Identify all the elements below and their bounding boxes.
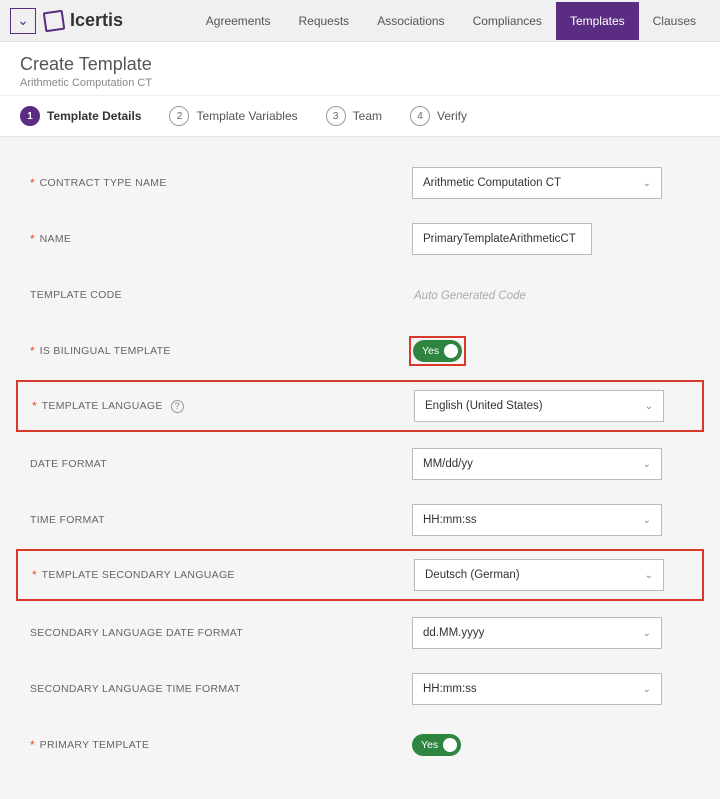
- input-name[interactable]: [412, 223, 592, 255]
- row-template-language: * TEMPLATE LANGUAGE ? English (United St…: [24, 388, 696, 424]
- label-contract-type-name: CONTRACT TYPE NAME: [40, 177, 167, 189]
- row-secondary-language: * TEMPLATE SECONDARY LANGUAGE Deutsch (G…: [24, 557, 696, 593]
- label-time-format: TIME FORMAT: [30, 514, 105, 526]
- row-template-code: TEMPLATE CODE Auto Generated Code: [22, 271, 698, 319]
- select-value: HH:mm:ss: [423, 683, 477, 695]
- highlight-box-secondary-language: * TEMPLATE SECONDARY LANGUAGE Deutsch (G…: [16, 549, 704, 601]
- label-secondary-date-format: SECONDARY LANGUAGE DATE FORMAT: [30, 627, 243, 639]
- row-secondary-time-format: SECONDARY LANGUAGE TIME FORMAT HH:mm:ss …: [22, 665, 698, 713]
- step-label: Verify: [437, 109, 467, 123]
- page-subtitle: Arithmetic Computation CT: [20, 77, 700, 89]
- chevron-down-icon: ⌄: [645, 401, 653, 412]
- required-indicator: *: [30, 344, 35, 358]
- toggle-primary-template[interactable]: Yes: [412, 734, 461, 756]
- toggle-knob: [444, 344, 458, 358]
- step-number: 3: [326, 106, 346, 126]
- select-value: Deutsch (German): [425, 569, 520, 581]
- step-label: Template Details: [47, 109, 141, 123]
- wizard-steps: 1 Template Details 2 Template Variables …: [0, 96, 720, 137]
- topbar: ⌄ Icertis Agreements Requests Associatio…: [0, 0, 720, 42]
- nav-compliances[interactable]: Compliances: [459, 2, 556, 40]
- row-date-format: DATE FORMAT MM/dd/yy ⌄: [22, 440, 698, 488]
- step-number: 4: [410, 106, 430, 126]
- nav-requests[interactable]: Requests: [284, 2, 363, 40]
- label-template-language: TEMPLATE LANGUAGE: [42, 400, 163, 412]
- step-number: 1: [20, 106, 40, 126]
- label-name: NAME: [40, 233, 72, 245]
- label-is-bilingual: IS BILINGUAL TEMPLATE: [40, 345, 171, 357]
- chevron-down-icon: ⌄: [643, 684, 651, 695]
- select-time-format[interactable]: HH:mm:ss ⌄: [412, 504, 662, 536]
- chevron-down-icon: ⌄: [643, 515, 651, 526]
- step-number: 2: [169, 106, 189, 126]
- row-contract-type-name: * CONTRACT TYPE NAME Arithmetic Computat…: [22, 159, 698, 207]
- step-template-details[interactable]: 1 Template Details: [20, 106, 141, 126]
- label-date-format: DATE FORMAT: [30, 458, 107, 470]
- select-value: HH:mm:ss: [423, 514, 477, 526]
- chevron-down-icon: ⌄: [645, 570, 653, 581]
- label-primary-template: PRIMARY TEMPLATE: [40, 739, 150, 751]
- select-secondary-date-format[interactable]: dd.MM.yyyy ⌄: [412, 617, 662, 649]
- chevron-down-icon: ⌄: [643, 178, 651, 189]
- help-icon[interactable]: ?: [171, 400, 184, 413]
- select-secondary-language[interactable]: Deutsch (German) ⌄: [414, 559, 664, 591]
- required-indicator: *: [32, 568, 37, 582]
- step-verify[interactable]: 4 Verify: [410, 106, 467, 126]
- select-value: Arithmetic Computation CT: [423, 177, 561, 189]
- row-name: * NAME: [22, 215, 698, 263]
- label-template-code: TEMPLATE CODE: [30, 289, 122, 301]
- chevron-down-icon: ⌄: [17, 12, 29, 29]
- select-template-language[interactable]: English (United States) ⌄: [414, 390, 664, 422]
- toggle-is-bilingual[interactable]: Yes: [413, 340, 462, 362]
- template-code-placeholder: Auto Generated Code: [412, 290, 526, 302]
- select-value: dd.MM.yyyy: [423, 627, 484, 639]
- select-value: MM/dd/yy: [423, 458, 473, 470]
- step-label: Template Variables: [196, 109, 297, 123]
- row-secondary-date-format: SECONDARY LANGUAGE DATE FORMAT dd.MM.yyy…: [22, 609, 698, 657]
- nav-templates[interactable]: Templates: [556, 2, 639, 40]
- required-indicator: *: [30, 176, 35, 190]
- select-contract-type-name[interactable]: Arithmetic Computation CT ⌄: [412, 167, 662, 199]
- page-header: Create Template Arithmetic Computation C…: [0, 42, 720, 96]
- row-time-format: TIME FORMAT HH:mm:ss ⌄: [22, 496, 698, 544]
- nav-associations[interactable]: Associations: [363, 2, 458, 40]
- toggle-knob: [443, 738, 457, 752]
- toggle-label: Yes: [421, 739, 438, 751]
- chevron-down-icon: ⌄: [643, 628, 651, 639]
- highlight-box: Yes: [409, 336, 466, 366]
- row-is-bilingual: * IS BILINGUAL TEMPLATE Yes: [22, 327, 698, 375]
- logo-icon: [43, 9, 66, 32]
- brand-name: Icertis: [70, 10, 123, 31]
- label-secondary-language: TEMPLATE SECONDARY LANGUAGE: [42, 569, 235, 581]
- page-title: Create Template: [20, 54, 700, 75]
- select-value: English (United States): [425, 400, 543, 412]
- row-primary-template: * PRIMARY TEMPLATE Yes: [22, 721, 698, 769]
- select-secondary-time-format[interactable]: HH:mm:ss ⌄: [412, 673, 662, 705]
- step-label: Team: [353, 109, 382, 123]
- nav-agreements[interactable]: Agreements: [192, 2, 285, 40]
- toggle-label: Yes: [422, 345, 439, 357]
- required-indicator: *: [32, 399, 37, 413]
- step-team[interactable]: 3 Team: [326, 106, 382, 126]
- chevron-down-icon: ⌄: [643, 459, 651, 470]
- nav-clauses[interactable]: Clauses: [639, 2, 710, 40]
- menu-toggle-button[interactable]: ⌄: [10, 8, 36, 34]
- highlight-box-template-language: * TEMPLATE LANGUAGE ? English (United St…: [16, 380, 704, 432]
- required-indicator: *: [30, 738, 35, 752]
- required-indicator: *: [30, 232, 35, 246]
- form-body: * CONTRACT TYPE NAME Arithmetic Computat…: [0, 137, 720, 799]
- step-template-variables[interactable]: 2 Template Variables: [169, 106, 297, 126]
- label-secondary-time-format: SECONDARY LANGUAGE TIME FORMAT: [30, 683, 241, 695]
- select-date-format[interactable]: MM/dd/yy ⌄: [412, 448, 662, 480]
